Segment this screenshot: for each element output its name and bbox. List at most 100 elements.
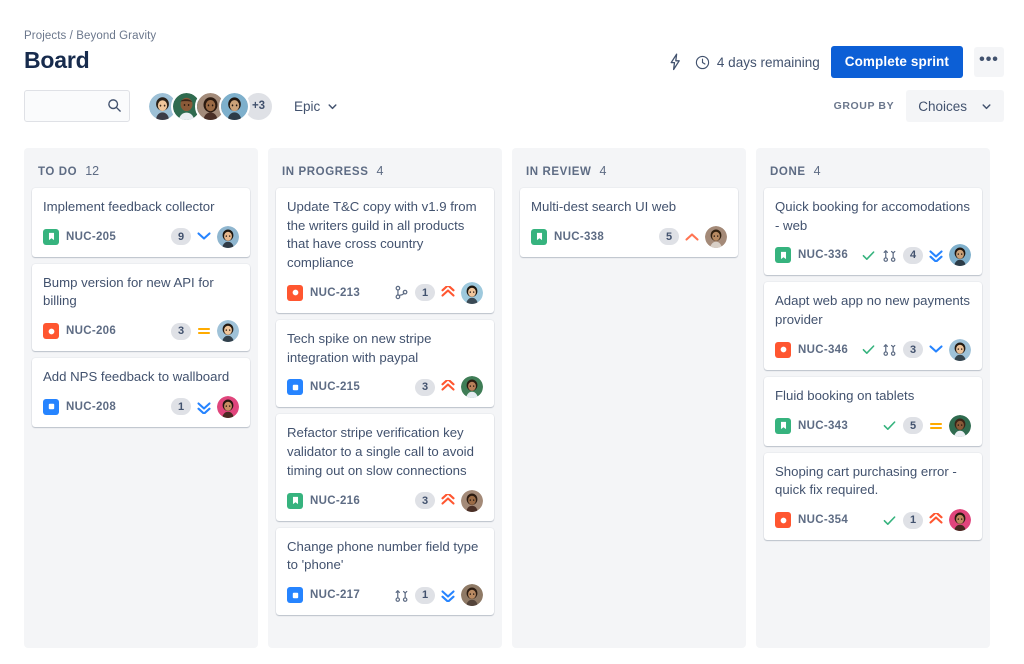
issue-title: Bump version for new API for billing (43, 274, 214, 309)
issue-card-footer: NUC-346 3 (775, 338, 971, 361)
issue-card-footer: NUC-354 1 (775, 509, 971, 532)
column-name: TO DO (38, 166, 78, 178)
group-by-label: GROUP BY (833, 100, 895, 112)
priority-highest-icon (441, 493, 455, 508)
column-header: DONE 4 (756, 148, 990, 188)
page-title: Board (24, 47, 90, 73)
done-check-icon (861, 342, 876, 357)
board-column: IN REVIEW 4 Multi-dest search UI web NUC-33… (512, 148, 746, 648)
search-icon[interactable] (107, 98, 122, 113)
issue-title: Fluid booking on tablets (775, 387, 915, 403)
issue-points-badge: 1 (171, 398, 191, 416)
board-column: IN PROGRESS 4 Update T&C copy with v1.9 fr… (268, 148, 502, 648)
issue-card[interactable]: Refactor stripe verification key validat… (276, 414, 494, 521)
issue-title: Adapt web app no new payments provider (775, 293, 971, 328)
assignee-avatar[interactable] (217, 320, 239, 343)
issue-type-task-icon (287, 379, 303, 396)
issue-key[interactable]: NUC-217 (310, 589, 360, 601)
search-input[interactable] (25, 91, 103, 121)
assignee-avatar[interactable] (949, 244, 971, 267)
priority-medium-icon (197, 324, 211, 338)
more-options-button[interactable]: ••• (974, 47, 1004, 77)
priority-highest-icon (441, 285, 455, 300)
issue-key[interactable]: NUC-343 (798, 420, 848, 432)
issue-key[interactable]: NUC-205 (66, 231, 116, 243)
issue-card[interactable]: Implement feedback collector NUC-205 9 (32, 188, 250, 257)
priority-medium-icon (929, 419, 943, 433)
group-by-dropdown[interactable]: Choices (906, 90, 1004, 122)
issue-card-footer: NUC-205 9 (43, 225, 239, 248)
priority-low-icon (929, 343, 943, 357)
issue-key[interactable]: NUC-208 (66, 401, 116, 413)
issue-card[interactable]: Bump version for new API for billing NUC-… (32, 263, 250, 352)
issue-card[interactable]: Change phone number field type to 'phone… (276, 527, 494, 616)
chevron-down-icon (981, 101, 992, 112)
issue-key[interactable]: NUC-215 (310, 381, 360, 393)
column-cards: Update T&C copy with v1.9 from the write… (268, 188, 502, 616)
group-by-value: Choices (918, 98, 967, 114)
issue-key[interactable]: NUC-336 (798, 249, 848, 261)
assignee-avatar[interactable] (461, 376, 483, 399)
issue-card-footer: NUC-343 5 (775, 414, 971, 437)
issue-card[interactable]: Multi-dest search UI web NUC-338 5 (520, 188, 738, 257)
issue-card[interactable]: Fluid booking on tablets NUC-343 5 (764, 376, 982, 446)
assignee-avatar[interactable] (461, 281, 483, 304)
column-header: TO DO 12 (24, 148, 258, 188)
issue-key[interactable]: NUC-346 (798, 344, 848, 356)
issue-title: Add NPS feedback to wallboard (43, 369, 230, 385)
issue-key[interactable]: NUC-213 (310, 287, 360, 299)
issue-type-task-icon (43, 398, 59, 415)
board-toolbar-left: +3 Epic (24, 90, 338, 122)
assignee-avatar[interactable] (949, 338, 971, 361)
issue-card[interactable]: Update T&C copy with v1.9 from the write… (276, 188, 494, 313)
assignee-avatar[interactable] (705, 225, 727, 248)
priority-lowest-icon (197, 400, 211, 414)
avatar[interactable] (219, 90, 250, 122)
issue-key[interactable]: NUC-216 (310, 495, 360, 507)
column-count: 4 (599, 164, 607, 178)
assignee-avatar[interactable] (217, 225, 239, 248)
issue-card[interactable]: Add NPS feedback to wallboard NUC-208 1 (32, 358, 250, 427)
lightning-bolt-icon[interactable] (667, 53, 684, 71)
issue-points-badge: 5 (659, 228, 679, 246)
assignee-avatar[interactable] (461, 584, 483, 607)
issue-key[interactable]: NUC-206 (66, 325, 116, 337)
issue-title: Change phone number field type to 'phone… (287, 538, 479, 573)
branch-icon[interactable] (394, 285, 409, 300)
epic-filter-dropdown[interactable]: Epic (294, 99, 338, 114)
assignee-avatar[interactable] (949, 414, 971, 437)
assignee-avatar[interactable] (461, 489, 483, 512)
column-count: 4 (813, 164, 821, 178)
issue-card[interactable]: Tech spike on new stripe integration wit… (276, 319, 494, 408)
board-toolbar-right: GROUP BY Choices (834, 90, 1004, 122)
pull-request-icon[interactable] (394, 588, 409, 603)
assignee-avatar[interactable] (217, 395, 239, 418)
issue-key[interactable]: NUC-338 (554, 231, 604, 243)
pull-request-icon[interactable] (882, 342, 897, 357)
assignee-avatar[interactable] (949, 509, 971, 532)
column-count: 12 (85, 164, 100, 178)
issue-title: Shoping cart purchasing error - quick fi… (775, 463, 957, 498)
issue-card[interactable]: Adapt web app no new payments provider NU… (764, 282, 982, 370)
issue-card[interactable]: Shoping cart purchasing error - quick fi… (764, 452, 982, 541)
priority-highest-icon (441, 380, 455, 394)
pull-request-icon[interactable] (882, 248, 897, 263)
issue-key[interactable]: NUC-354 (798, 514, 848, 526)
search-box[interactable] (24, 90, 130, 122)
issue-title: Tech spike on new stripe integration wit… (287, 330, 432, 365)
issue-card[interactable]: Quick booking for accomodations - web NUC… (764, 188, 982, 276)
issue-points-badge: 9 (171, 228, 191, 246)
issue-points-badge: 4 (903, 246, 923, 264)
issue-points-badge: 5 (903, 417, 923, 435)
priority-highest-icon (929, 513, 943, 527)
complete-sprint-button[interactable]: Complete sprint (830, 46, 963, 78)
priority-lowest-icon (441, 588, 455, 603)
issue-type-story-icon (775, 417, 791, 434)
issue-points-badge: 1 (415, 586, 435, 604)
column-cards: Implement feedback collector NUC-205 9 Bump… (24, 188, 258, 427)
issue-type-bug-icon (287, 284, 303, 301)
issue-title: Implement feedback collector (43, 199, 215, 214)
epic-filter-label: Epic (294, 98, 321, 114)
priority-lowest-icon (929, 248, 943, 263)
breadcrumb[interactable]: Projects / Beyond Gravity (24, 30, 156, 42)
